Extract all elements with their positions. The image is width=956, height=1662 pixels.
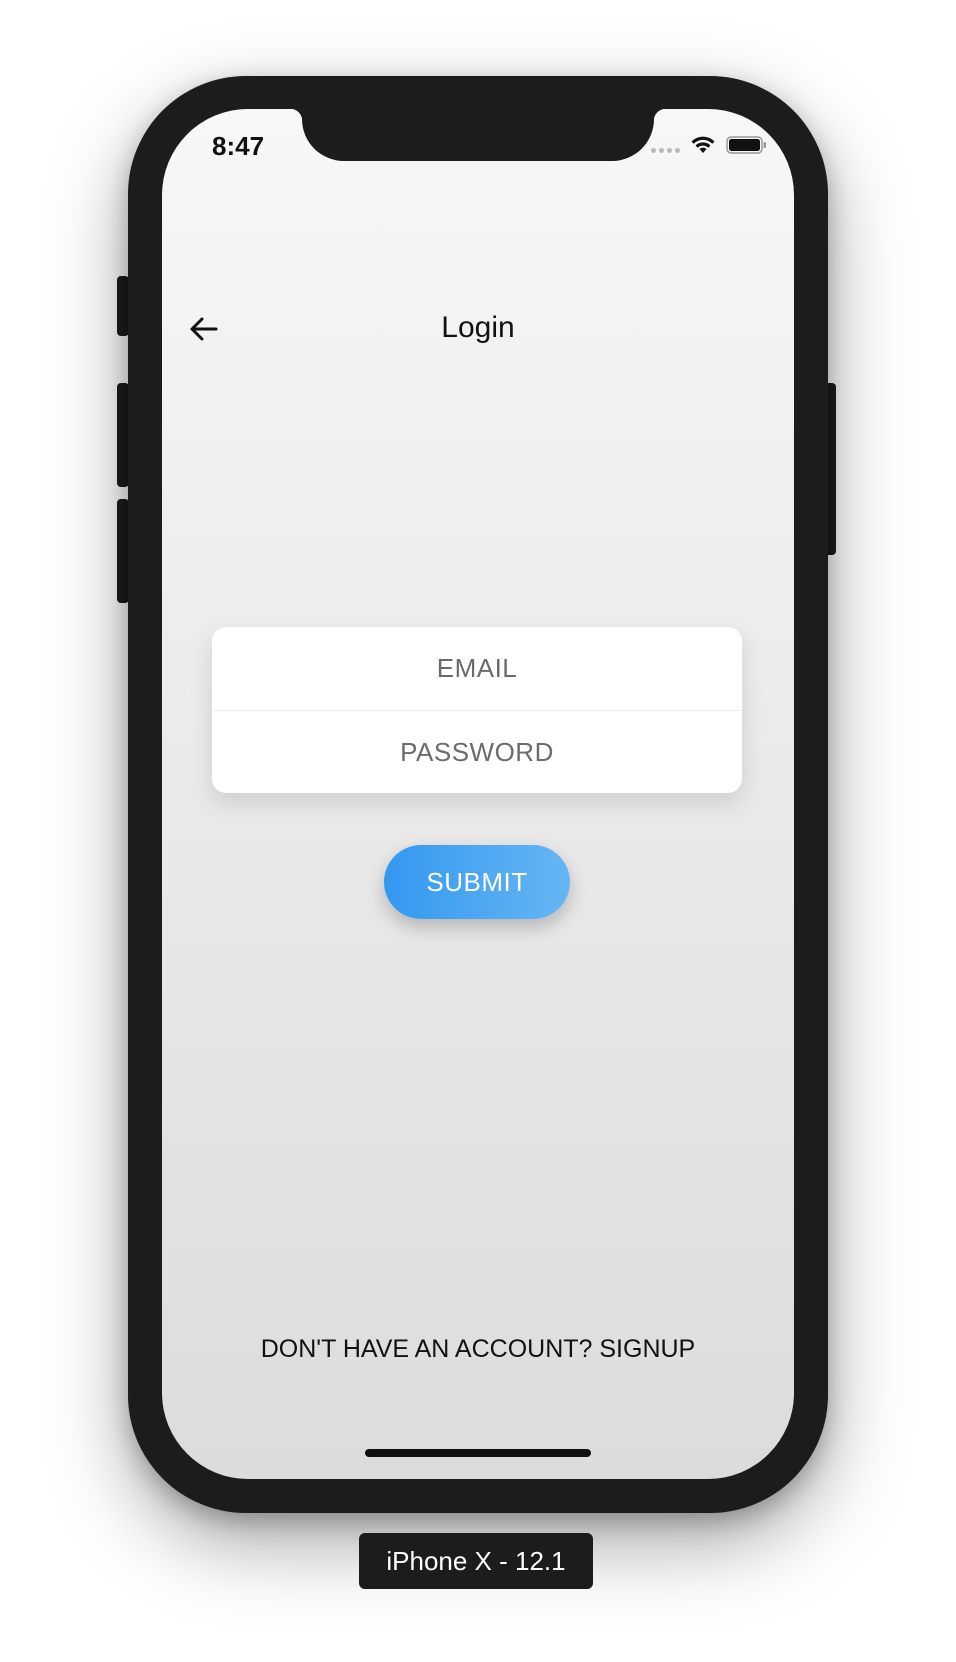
status-time: 8:47 — [212, 131, 265, 161]
login-form — [212, 627, 742, 793]
password-field[interactable] — [212, 711, 742, 793]
home-indicator[interactable] — [365, 1449, 591, 1457]
status-icons — [651, 135, 768, 155]
email-field[interactable] — [212, 627, 742, 710]
signup-link[interactable]: DON'T HAVE AN ACCOUNT? SIGNUP — [162, 1335, 794, 1364]
page-title: Login — [441, 311, 515, 344]
cellular-signal-icon — [651, 147, 680, 153]
submit-button[interactable]: SUBMIT — [384, 845, 570, 919]
battery-icon — [726, 136, 766, 154]
simulator-device-label: iPhone X - 12.1 — [359, 1533, 593, 1589]
simulator-stage: 8:47 Login EMAIL SUBMIT DON'T HAVE AN AC… — [0, 0, 956, 1662]
wifi-icon — [691, 136, 715, 153]
device-screen: 8:47 Login EMAIL SUBMIT DON'T HAVE AN AC… — [162, 109, 794, 1479]
navigation-bar: Login — [162, 299, 794, 359]
notch — [290, 109, 666, 161]
